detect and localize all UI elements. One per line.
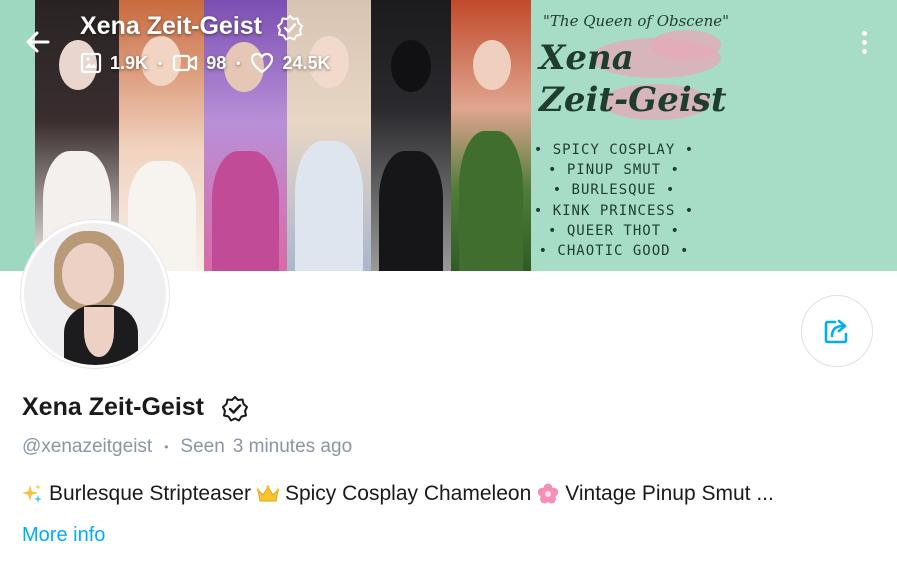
meta-separator: • (164, 440, 169, 454)
banner-tagline: • QUEER THOT • (547, 223, 680, 239)
banner-tagline: • SPICY COSPLAY • (533, 142, 695, 158)
arrow-left-icon (26, 31, 50, 53)
kebab-dot-icon (861, 30, 867, 36)
image-icon (80, 52, 102, 74)
bio-part: Burlesque Stripteaser (49, 482, 251, 505)
back-button[interactable] (20, 24, 56, 60)
bio-text: Burlesque Stripteaser Spicy Cosplay Cham… (20, 482, 880, 506)
video-icon (173, 54, 198, 72)
bio-part: Spicy Cosplay Chameleon (284, 482, 532, 505)
kebab-dot-icon (861, 48, 867, 54)
profile-handle: @xenazeitgeist (22, 436, 153, 457)
stat-videos: 98 (172, 52, 226, 74)
stat-videos-count: 98 (206, 52, 227, 73)
flower-icon (536, 482, 560, 506)
profile-meta: @xenazeitgeist • Seen 3 minutes ago (22, 436, 352, 458)
header-stats: 1.9K • 98 • 24.5K (80, 50, 331, 76)
stat-likes-count: 24.5K (282, 52, 331, 73)
banner-tagline: • PINUP SMUT • (547, 162, 680, 178)
profile-display-name: Xena Zeit-Geist (22, 393, 204, 421)
stat-likes: 24.5K (250, 52, 331, 74)
more-info-link[interactable]: More info (22, 524, 105, 547)
banner-name-line-2: Zeit-Geist (539, 80, 727, 120)
avatar[interactable] (21, 220, 169, 368)
stat-media: 1.9K (80, 52, 148, 74)
verified-badge-icon (276, 14, 304, 47)
verified-badge-icon (221, 395, 249, 428)
heart-icon (251, 52, 274, 74)
last-seen-time: 3 minutes ago (232, 436, 353, 457)
sparkles-icon (20, 482, 44, 506)
crown-icon (256, 482, 280, 506)
stat-separator: • (236, 56, 241, 70)
header-display-name: Xena Zeit-Geist (80, 12, 262, 40)
banner-tagline: • BURLESQUE • (552, 182, 676, 198)
share-icon (824, 319, 848, 344)
last-seen-label: Seen (180, 436, 225, 457)
bio-part: Vintage Pinup Smut ... (565, 482, 774, 505)
top-bar: Xena Zeit-Geist 1.9K • 98 • 24.5K (0, 0, 897, 80)
share-button[interactable] (801, 295, 873, 367)
stat-media-count: 1.9K (110, 52, 149, 73)
kebab-dot-icon (861, 39, 867, 45)
banner-tagline: • KINK PRINCESS • (533, 203, 695, 219)
stat-separator: • (158, 56, 163, 70)
banner-tagline: • CHAOTIC GOOD • (538, 243, 690, 259)
more-options-button[interactable] (850, 28, 878, 56)
